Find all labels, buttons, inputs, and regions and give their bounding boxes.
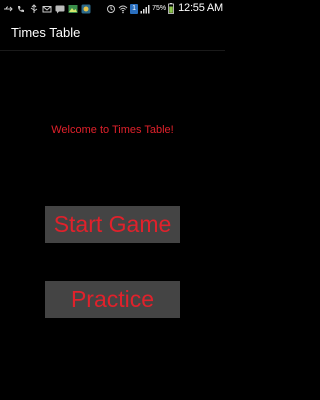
usb-icon [4,6,13,11]
battery-percent: 75% [152,5,167,12]
action-bar-divider [0,50,225,51]
cell-signal-icon [140,4,150,13]
clock: 12:55 AM [178,2,223,14]
welcome-message: Welcome to Times Table! [51,124,174,136]
signal-strength-icon [107,4,116,13]
app-screen: 1 75% 12:55 AM Times Table Welcome to Ti… [0,0,225,400]
sim-icon: 1 [130,3,139,14]
wifi-icon [118,5,128,13]
action-bar: Times Table [0,17,225,50]
app-title: Times Table [11,25,81,40]
system-status-icons: 1 75% 12:55 AM [106,1,223,16]
chat-icon [55,5,65,13]
email-icon [42,5,52,12]
notification-icons [3,2,91,15]
status-bar: 1 75% 12:55 AM [0,0,225,17]
gallery-icon [68,4,78,13]
start-game-button[interactable]: Start Game [45,206,180,243]
game-icon [81,4,91,13]
usb-icon [30,3,38,13]
practice-button[interactable]: Practice [45,281,180,318]
phone-icon [18,5,24,12]
battery-icon [168,3,175,14]
